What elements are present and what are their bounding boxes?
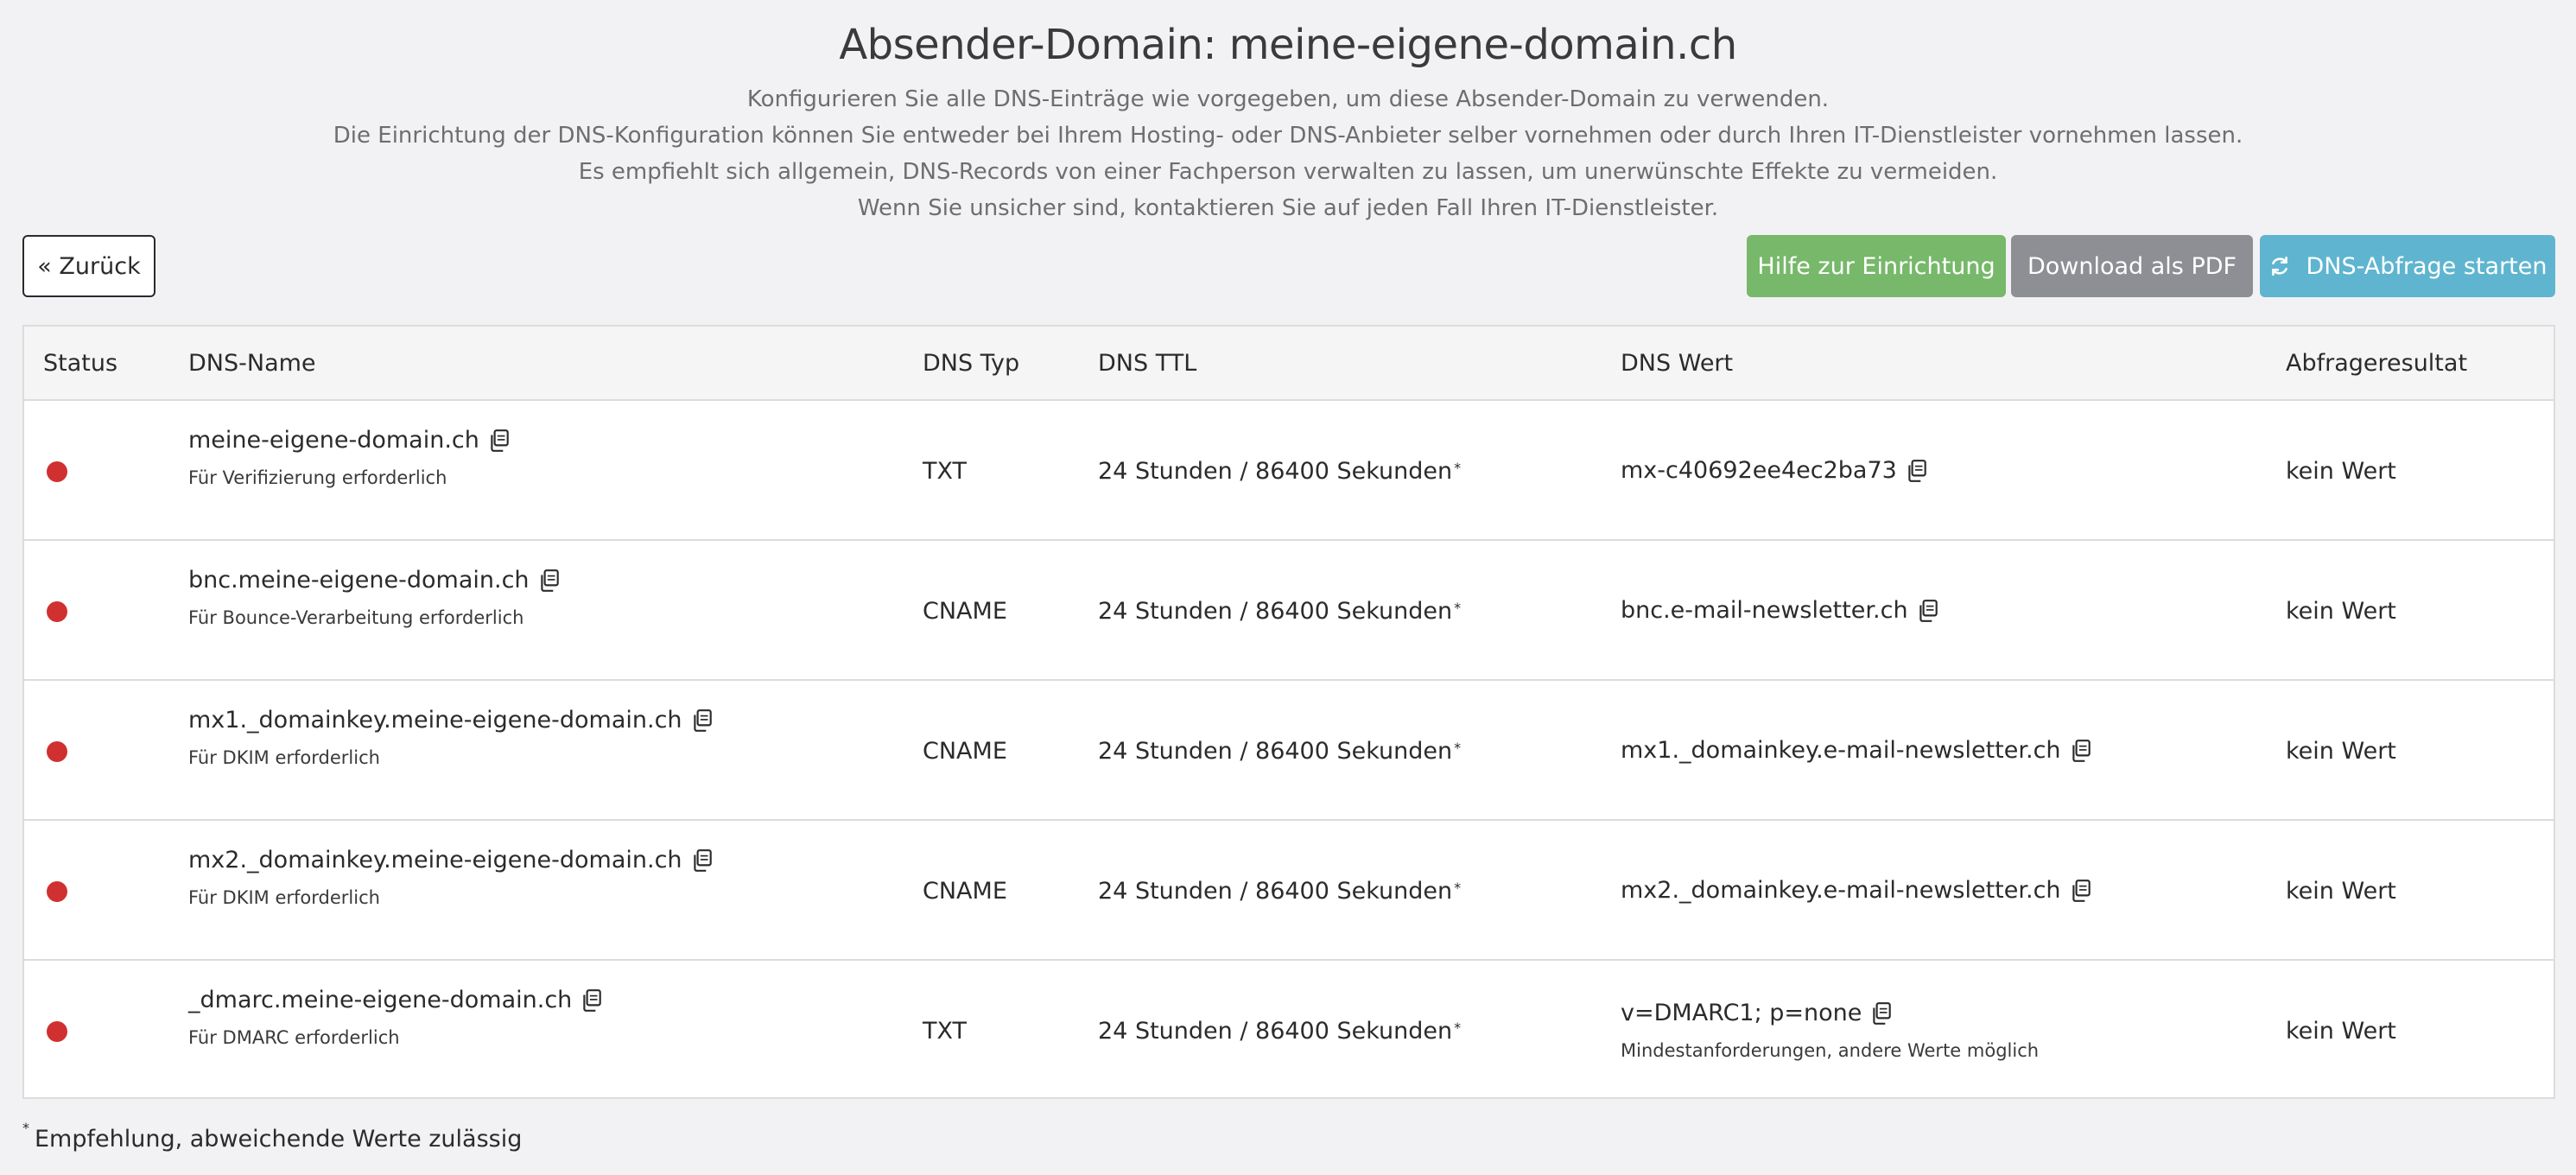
intro-line: Konfigurieren Sie alle DNS-Einträge wie … xyxy=(746,86,1830,112)
status-error-indicator xyxy=(47,1021,67,1042)
query-result-cell: kein Wert xyxy=(2286,877,2396,905)
intro-text: Konfigurieren Sie alle DNS-Einträge wie … xyxy=(0,81,2576,226)
copy-icon[interactable] xyxy=(488,429,511,453)
page: Absender-Domain: meine-eigene-domain.ch … xyxy=(0,0,2576,1175)
intro-line: Wenn Sie unsicher sind, kontaktieren Sie… xyxy=(857,195,1719,221)
toolbar: « Zurück Hilfe zur Einrichtung Download … xyxy=(22,235,2555,297)
dns-name-cell: bnc.meine-eigene-domain.ch Für Bounce-Ve… xyxy=(188,563,561,632)
dns-ttl-cell: 24 Stunden / 86400 Sekunden * xyxy=(1098,541,1461,681)
table-row: _dmarc.meine-eigene-domain.ch Für DMARC … xyxy=(24,961,2554,1101)
copy-icon[interactable] xyxy=(691,848,714,873)
footnote-mark: * xyxy=(22,1120,29,1136)
copy-icon[interactable] xyxy=(691,708,714,733)
column-header-status: Status xyxy=(43,350,118,377)
copy-icon[interactable] xyxy=(1906,459,1928,483)
dns-value-cell: bnc.e-mail-newsletter.ch xyxy=(1621,541,1939,681)
dns-ttl-cell: 24 Stunden / 86400 Sekunden * xyxy=(1098,401,1461,541)
copy-icon[interactable] xyxy=(538,568,561,593)
dns-value-note: Mindestanforderungen, andere Werte mögli… xyxy=(1621,1040,2040,1061)
dns-type-cell: CNAME xyxy=(923,737,1007,765)
table-row: mx2._domainkey.meine-eigene-domain.ch Fü… xyxy=(24,821,2554,961)
dns-ttl-cell: 24 Stunden / 86400 Sekunden * xyxy=(1098,681,1461,821)
table-row: mx1._domainkey.meine-eigene-domain.ch Fü… xyxy=(24,681,2554,821)
start-dns-query-button[interactable]: DNS-Abfrage starten xyxy=(2260,235,2555,297)
footnote: * Empfehlung, abweichende Werte zulässig xyxy=(22,1120,523,1153)
dns-type-cell: TXT xyxy=(923,1017,968,1045)
copy-icon[interactable] xyxy=(581,988,603,1013)
footnote-mark: * xyxy=(1454,599,1462,616)
footnote-mark: * xyxy=(1454,459,1462,476)
footnote-mark: * xyxy=(1454,879,1462,896)
dns-name-text: meine-eigene-domain.ch xyxy=(188,427,479,454)
query-result-cell: kein Wert xyxy=(2286,1017,2396,1045)
dns-name-text: mx2._domainkey.meine-eigene-domain.ch xyxy=(188,847,682,873)
dns-name-cell: mx2._domainkey.meine-eigene-domain.ch Fü… xyxy=(188,843,714,912)
dns-name-text: mx1._domainkey.meine-eigene-domain.ch xyxy=(188,707,682,734)
footnote-text: Empfehlung, abweichende Werte zulässig xyxy=(35,1126,523,1153)
status-error-indicator xyxy=(47,601,67,622)
dns-name-note: Für Bounce-Verarbeitung erforderlich xyxy=(188,607,524,628)
dns-value-text: mx2._domainkey.e-mail-newsletter.ch xyxy=(1621,877,2061,904)
footnote-mark: * xyxy=(1454,739,1462,756)
table-header: Status DNS-Name DNS Typ DNS TTL DNS Wert… xyxy=(24,327,2554,401)
dns-name-text: bnc.meine-eigene-domain.ch xyxy=(188,567,530,594)
page-header: Absender-Domain: meine-eigene-domain.ch … xyxy=(0,0,2576,226)
dns-value-cell: v=DMARC1; p=none Mindestanforderungen, a… xyxy=(1621,961,2039,1101)
dns-ttl-cell: 24 Stunden / 86400 Sekunden * xyxy=(1098,961,1461,1101)
dns-name-cell: mx1._domainkey.meine-eigene-domain.ch Fü… xyxy=(188,703,714,772)
dns-records-table: Status DNS-Name DNS Typ DNS TTL DNS Wert… xyxy=(22,325,2555,1099)
column-header-dns-ttl: DNS TTL xyxy=(1098,350,1197,377)
intro-line: Die Einrichtung der DNS-Konfiguration kö… xyxy=(333,123,2243,149)
query-result-cell: kein Wert xyxy=(2286,597,2396,625)
dns-name-note: Für DMARC erforderlich xyxy=(188,1027,400,1048)
status-error-indicator xyxy=(47,461,67,482)
dns-value-text: mx1._domainkey.e-mail-newsletter.ch xyxy=(1621,737,2061,764)
dns-name-note: Für DKIM erforderlich xyxy=(188,747,380,768)
dns-name-note: Für Verifizierung erforderlich xyxy=(188,467,447,488)
dns-ttl-text: 24 Stunden / 86400 Sekunden xyxy=(1098,1017,1453,1045)
dns-ttl-text: 24 Stunden / 86400 Sekunden xyxy=(1098,457,1453,485)
refresh-icon xyxy=(2271,256,2287,276)
copy-icon[interactable] xyxy=(1917,599,1939,623)
status-error-indicator xyxy=(47,741,67,762)
dns-name-text: _dmarc.meine-eigene-domain.ch xyxy=(188,987,573,1013)
dns-value-text: v=DMARC1; p=none xyxy=(1621,1000,1862,1026)
dns-value-cell: mx-c40692ee4ec2ba73 xyxy=(1621,401,1928,541)
query-result-cell: kein Wert xyxy=(2286,457,2396,485)
dns-ttl-text: 24 Stunden / 86400 Sekunden xyxy=(1098,737,1453,765)
page-title: Absender-Domain: meine-eigene-domain.ch xyxy=(839,21,1737,69)
dns-ttl-text: 24 Stunden / 86400 Sekunden xyxy=(1098,597,1453,625)
back-button[interactable]: « Zurück xyxy=(22,235,155,297)
dns-value-text: bnc.e-mail-newsletter.ch xyxy=(1621,597,1908,624)
dns-value-cell: mx1._domainkey.e-mail-newsletter.ch xyxy=(1621,681,2092,821)
dns-name-cell: meine-eigene-domain.ch Für Verifizierung… xyxy=(188,423,511,492)
dns-type-cell: TXT xyxy=(923,457,968,485)
column-header-dns-value: DNS Wert xyxy=(1621,350,1734,377)
setup-help-button[interactable]: Hilfe zur Einrichtung xyxy=(1747,235,2006,297)
dns-ttl-cell: 24 Stunden / 86400 Sekunden * xyxy=(1098,821,1461,961)
dns-name-note: Für DKIM erforderlich xyxy=(188,887,380,908)
column-header-query-result: Abfrageresultat xyxy=(2286,350,2468,377)
dns-ttl-text: 24 Stunden / 86400 Sekunden xyxy=(1098,877,1453,905)
query-result-cell: kein Wert xyxy=(2286,737,2396,765)
table-row: bnc.meine-eigene-domain.ch Für Bounce-Ve… xyxy=(24,541,2554,681)
copy-icon[interactable] xyxy=(2070,739,2092,763)
dns-value-cell: mx2._domainkey.e-mail-newsletter.ch xyxy=(1621,821,2092,961)
column-header-dns-name: DNS-Name xyxy=(188,350,316,377)
copy-icon[interactable] xyxy=(1870,1001,1893,1026)
table-row: meine-eigene-domain.ch Für Verifizierung… xyxy=(24,401,2554,541)
start-dns-query-label: DNS-Abfrage starten xyxy=(2306,252,2547,280)
column-header-dns-type: DNS Typ xyxy=(923,350,1020,377)
download-pdf-button[interactable]: Download als PDF xyxy=(2011,235,2253,297)
dns-type-cell: CNAME xyxy=(923,877,1007,905)
status-error-indicator xyxy=(47,881,67,902)
copy-icon[interactable] xyxy=(2070,879,2092,903)
footnote-mark: * xyxy=(1454,1019,1462,1036)
dns-type-cell: CNAME xyxy=(923,597,1007,625)
intro-line: Es empfiehlt sich allgemein, DNS-Records… xyxy=(578,159,1998,185)
dns-value-text: mx-c40692ee4ec2ba73 xyxy=(1621,457,1897,484)
dns-name-cell: _dmarc.meine-eigene-domain.ch Für DMARC … xyxy=(188,983,603,1052)
